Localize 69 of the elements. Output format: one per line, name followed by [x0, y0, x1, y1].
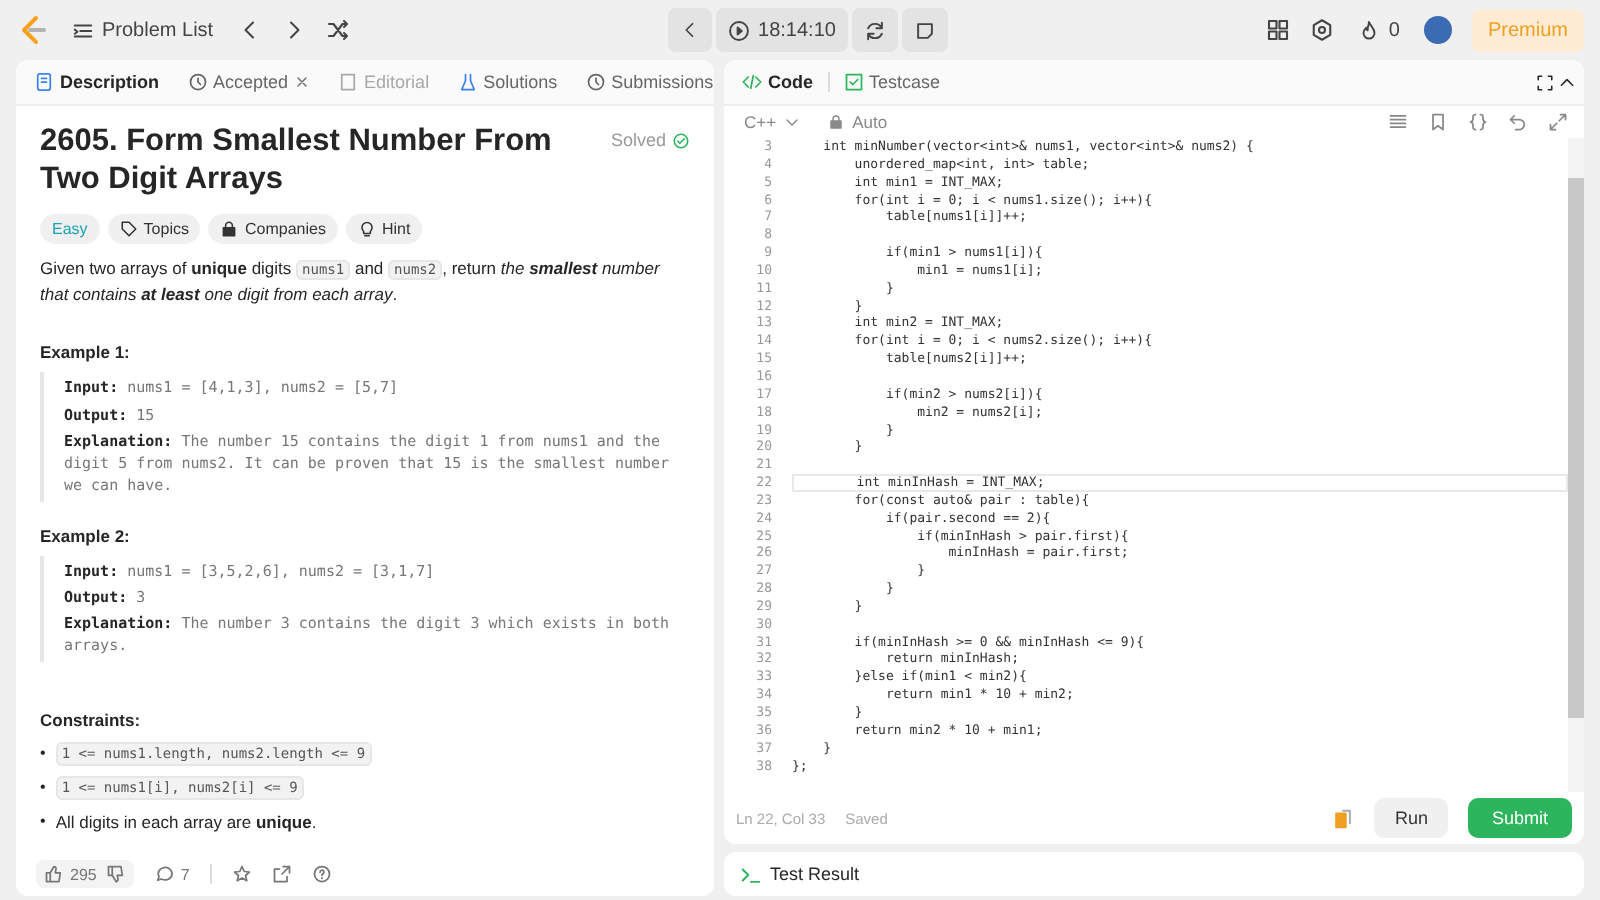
user-avatar[interactable] [1423, 16, 1452, 44]
shuffle-icon[interactable] [325, 18, 350, 42]
thumbs-down-icon[interactable] [106, 864, 127, 884]
test-result-panel[interactable]: Test Result [724, 852, 1584, 896]
check-circle-icon [672, 131, 690, 149]
timer-button[interactable]: 18:14:10 [716, 8, 848, 52]
streak-counter[interactable]: 0 [1354, 15, 1404, 45]
note-icon [913, 19, 936, 41]
comments-button[interactable]: 7 [154, 864, 190, 884]
panel-tab[interactable]: Submissions [575, 68, 714, 96]
chevron-down-icon [784, 114, 801, 130]
undo-icon[interactable] [1508, 112, 1528, 132]
comment-icon [154, 864, 175, 884]
run-button[interactable]: Run [1374, 798, 1448, 838]
refresh-icon [863, 19, 886, 41]
example-heading: Example 2: [40, 525, 132, 545]
tag-button[interactable]: Companies [208, 213, 338, 244]
document-icon [34, 72, 54, 92]
bullet-mark: • [40, 741, 46, 765]
list-icon [72, 19, 94, 41]
tag-icon [119, 219, 138, 238]
chevron-up-icon[interactable] [1558, 73, 1576, 91]
history-icon [187, 72, 208, 92]
panel-tab[interactable]: Description [24, 68, 170, 96]
book-icon [338, 72, 359, 92]
braces-icon[interactable] [1468, 112, 1488, 132]
panel-tab[interactable]: Solutions [447, 68, 568, 96]
language-dropdown[interactable]: C++ [740, 108, 805, 136]
star-icon[interactable] [231, 864, 252, 884]
test-result-label: Test Result [770, 864, 860, 884]
panel-tab[interactable]: Accepted [177, 68, 321, 96]
lightbulb-icon [357, 219, 376, 238]
close-icon [294, 74, 311, 90]
scrollbar-thumb[interactable] [1568, 178, 1584, 718]
grid-icon[interactable] [1266, 18, 1291, 42]
problem-list-button[interactable]: Problem List [68, 15, 218, 45]
notebook-icon[interactable] [1332, 807, 1355, 829]
difficulty-badge: Easy [40, 213, 100, 244]
thumbs-up-icon [44, 864, 64, 884]
bullet-mark: • [40, 775, 46, 799]
panel-tab[interactable]: Testcase [833, 68, 951, 96]
problem-title: 2605. Form Smallest Number From Two Digit Arrays [40, 122, 554, 200]
panel-tab[interactable]: Code [732, 68, 823, 96]
example-heading: Example 1: [40, 342, 132, 363]
format-icon[interactable] [1388, 112, 1408, 132]
tag-button[interactable]: Topics [107, 213, 201, 244]
auto-mode-label: Auto [824, 108, 892, 136]
bookmark-icon[interactable] [1428, 112, 1448, 132]
checkbox-icon [843, 72, 863, 92]
lock-icon [220, 219, 239, 238]
settings-icon[interactable] [1310, 18, 1335, 42]
code-icon [742, 72, 762, 92]
reset-button[interactable] [851, 8, 898, 52]
constraints-heading: Constraints: [40, 709, 143, 729]
maximize-icon[interactable] [1536, 73, 1554, 91]
tag-button[interactable]: Hint [345, 213, 423, 244]
lock-icon [828, 114, 845, 130]
solved-status: Solved [610, 130, 690, 150]
flask-icon [457, 72, 478, 92]
bullet-mark: • [40, 809, 46, 833]
play-icon [728, 19, 751, 41]
constraint-item: All digits in each array are unique. [55, 809, 317, 833]
terminal-icon [740, 863, 762, 885]
expand-icon[interactable] [1548, 112, 1568, 132]
help-icon[interactable] [311, 864, 332, 884]
flame-icon [1358, 19, 1381, 41]
history-icon [585, 72, 606, 92]
note-button[interactable] [901, 8, 948, 52]
share-icon[interactable] [271, 864, 292, 884]
